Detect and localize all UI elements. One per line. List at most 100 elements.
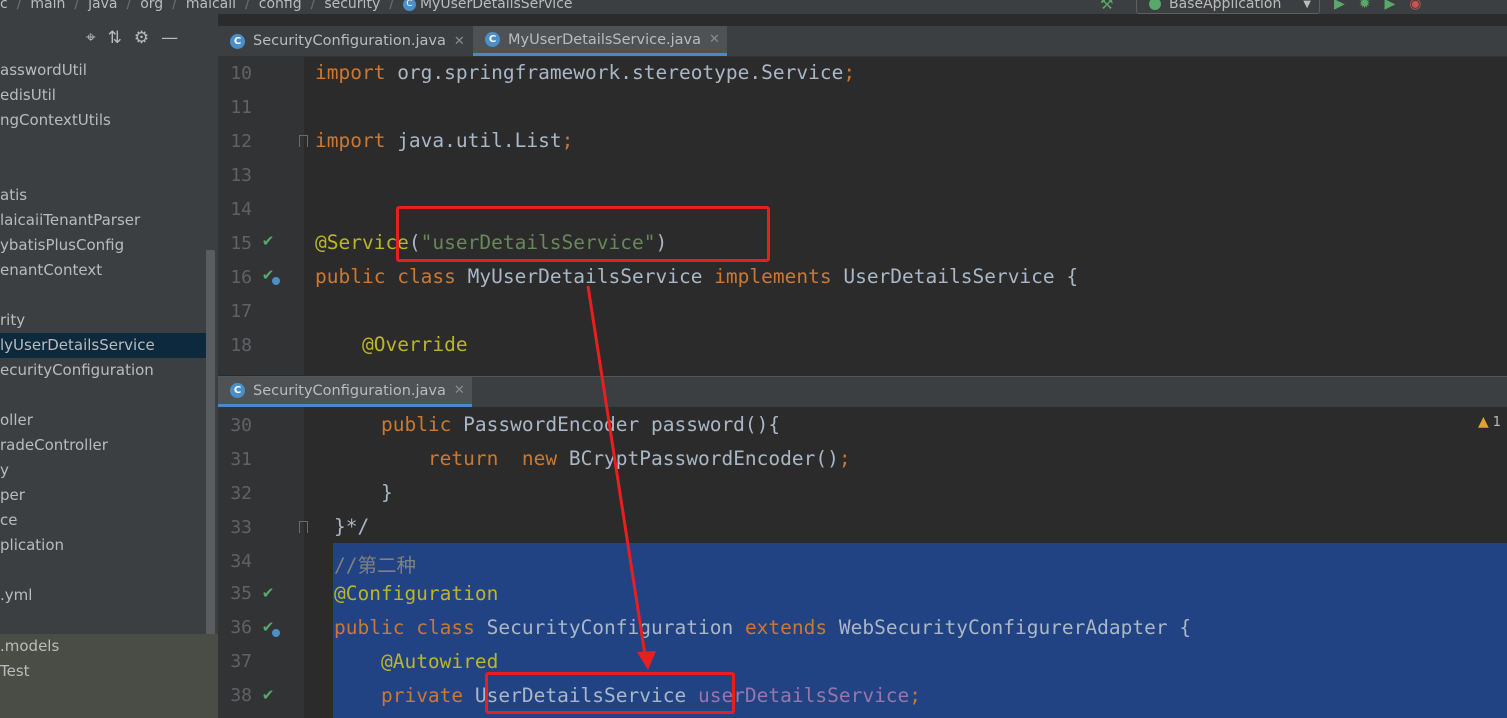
close-icon[interactable]: ✕ — [709, 32, 720, 47]
code-line: public class SecurityConfiguration exten… — [334, 616, 1192, 639]
tree-item[interactable]: y — [0, 458, 210, 483]
profile-icon[interactable]: ◉ — [1409, 0, 1421, 12]
breadcrumb-item[interactable]: security — [324, 0, 380, 12]
tree-item-selected[interactable]: lyUserDetailsService — [0, 333, 210, 358]
line-number: 13 — [230, 165, 252, 186]
collapse-icon[interactable]: ⇅ — [108, 28, 122, 48]
breadcrumb-item[interactable]: c — [0, 0, 8, 12]
tree-item[interactable]: radeController — [0, 433, 210, 458]
run-configuration-select[interactable]: BaseApplication ▼ — [1136, 0, 1320, 14]
tree-item[interactable]: ybatisPlusConfig — [0, 233, 210, 258]
tree-item[interactable]: asswordUtil — [0, 58, 210, 83]
tree-item[interactable]: enantContext — [0, 258, 210, 283]
debug-bug-icon[interactable]: ✹ — [1359, 0, 1371, 12]
run-icon[interactable]: ▶ — [1334, 0, 1345, 12]
external-libraries-section: .models Test — [0, 634, 218, 718]
tree-item[interactable] — [0, 558, 210, 583]
tree-item[interactable]: oller — [0, 408, 210, 433]
editor-pane-top[interactable]: 10 11 12 13 14 15 16 17 18 ✔ ✔ import or… — [218, 57, 1507, 375]
breadcrumb-item[interactable]: MyUserDetailsService — [420, 0, 573, 12]
editor-tabs-bottom: C SecurityConfiguration.java ✕ — [218, 376, 1507, 407]
tree-item[interactable]: laicaiiTenantParser — [0, 208, 210, 233]
gear-icon[interactable]: ⚙ — [134, 28, 149, 48]
fold-marker-icon[interactable] — [299, 521, 308, 533]
close-icon[interactable]: ✕ — [454, 383, 465, 398]
tree-item[interactable] — [0, 283, 210, 308]
breadcrumb: c / main / java / org / maicaii / config / sec… — [0, 0, 573, 13]
spring-boot-icon — [1149, 0, 1161, 10]
tree-item[interactable]: edisUtil — [0, 83, 210, 108]
editor-tabs-top: C SecurityConfiguration.java ✕ C MyUserD… — [218, 26, 1507, 57]
navigation-bar: c / main / java / org / maicaii / config / sec… — [0, 0, 1507, 14]
line-number: 37 — [230, 651, 252, 672]
close-icon[interactable]: ✕ — [454, 34, 465, 49]
inspection-warning-indicator[interactable]: ▲ 1 — [1478, 414, 1501, 430]
code-line: } — [334, 481, 393, 504]
breadcrumb-separator: / — [126, 0, 132, 12]
code-line: public PasswordEncoder password(){ — [380, 413, 781, 436]
tree-item[interactable]: ngContextUtils — [0, 108, 210, 133]
line-number: 36 — [230, 617, 252, 638]
breadcrumb-item[interactable]: config — [259, 0, 302, 12]
tab-label: MyUserDetailsService.java — [508, 31, 701, 48]
tree-item[interactable] — [0, 158, 210, 183]
code-line: }*/ — [334, 515, 370, 538]
code-line: @Configuration — [334, 582, 499, 605]
highlight-box-user-details-service-type — [485, 672, 735, 714]
tab-my-user-details-service[interactable]: C MyUserDetailsService.java ✕ — [473, 26, 727, 56]
run-coverage-icon[interactable]: ▶ — [1385, 0, 1396, 12]
breadcrumb-item[interactable]: java — [88, 0, 117, 12]
breadcrumb-item[interactable]: org — [140, 0, 163, 12]
breadcrumb-separator: / — [16, 0, 22, 12]
tree-item[interactable]: rity — [0, 308, 210, 333]
target-icon[interactable]: ⌖ — [86, 28, 96, 48]
breadcrumb-item[interactable]: maicaii — [186, 0, 236, 12]
build-hammer-icon[interactable]: ⚒ — [1100, 0, 1122, 13]
tree-item[interactable]: plication — [0, 533, 210, 558]
tab-label: SecurityConfiguration.java — [253, 382, 446, 399]
spring-bean-implementation-icon[interactable]: ✔ — [258, 617, 280, 637]
warning-count: 1 — [1492, 414, 1501, 430]
run-configuration-label: BaseApplication — [1169, 0, 1282, 12]
line-number: 15 — [230, 233, 252, 254]
run-toolbar: ⚒ BaseApplication ▼ ▶ ✹ ▶ ◉ — [1100, 0, 1422, 14]
line-number: 12 — [230, 131, 252, 152]
line-number: 10 — [230, 63, 252, 84]
breadcrumb-item[interactable]: main — [30, 0, 65, 12]
tab-label: SecurityConfiguration.java — [253, 33, 446, 49]
class-file-icon: C — [230, 33, 245, 49]
tree-item[interactable]: ce — [0, 508, 210, 533]
fold-marker-icon[interactable] — [299, 135, 308, 147]
chevron-down-icon: ▼ — [1303, 0, 1311, 10]
tab-security-configuration-split[interactable]: C SecurityConfiguration.java ✕ — [218, 377, 472, 407]
spring-bean-icon[interactable]: ✔ — [258, 583, 278, 603]
line-number: 30 — [230, 415, 252, 436]
line-number: 33 — [230, 517, 252, 538]
tree-item[interactable]: per — [0, 483, 210, 508]
code-line: @Override — [361, 333, 468, 356]
tree-item[interactable]: atis — [0, 183, 210, 208]
breadcrumb-separator: / — [310, 0, 316, 12]
line-number: 31 — [230, 449, 252, 470]
class-file-icon: C — [230, 383, 245, 398]
spring-bean-icon[interactable]: ✔ — [258, 231, 278, 251]
code-line: import java.util.List; — [315, 129, 574, 152]
code-line: //第二种 — [334, 554, 416, 577]
tree-item[interactable]: Test — [0, 659, 218, 684]
project-tool-window: ⌖ ⇅ ⚙ — asswordUtil edisUtil ngContextUt… — [0, 14, 218, 718]
spring-bean-implementation-icon[interactable]: ✔ — [258, 265, 280, 285]
class-file-icon: C — [485, 32, 500, 47]
tab-security-configuration[interactable]: C SecurityConfiguration.java ✕ — [218, 26, 470, 56]
sidebar-scrollbar[interactable] — [206, 250, 215, 658]
class-file-icon: C — [402, 0, 416, 11]
tree-item[interactable]: ecurityConfiguration — [0, 358, 210, 383]
project-tree: asswordUtil edisUtil ngContextUtils atis… — [0, 58, 210, 608]
minimize-icon[interactable]: — — [161, 28, 178, 48]
tree-item[interactable] — [0, 133, 210, 158]
autowired-navigate-icon[interactable]: ✔ — [258, 685, 278, 705]
editor-pane-bottom[interactable]: 30 31 32 33 34 35 36 37 38 ✔ ✔ ✔ public … — [218, 407, 1507, 718]
tree-item[interactable] — [0, 383, 210, 408]
tree-item[interactable]: .models — [0, 634, 218, 659]
line-number: 18 — [230, 335, 252, 356]
tree-item[interactable]: .yml — [0, 583, 210, 608]
